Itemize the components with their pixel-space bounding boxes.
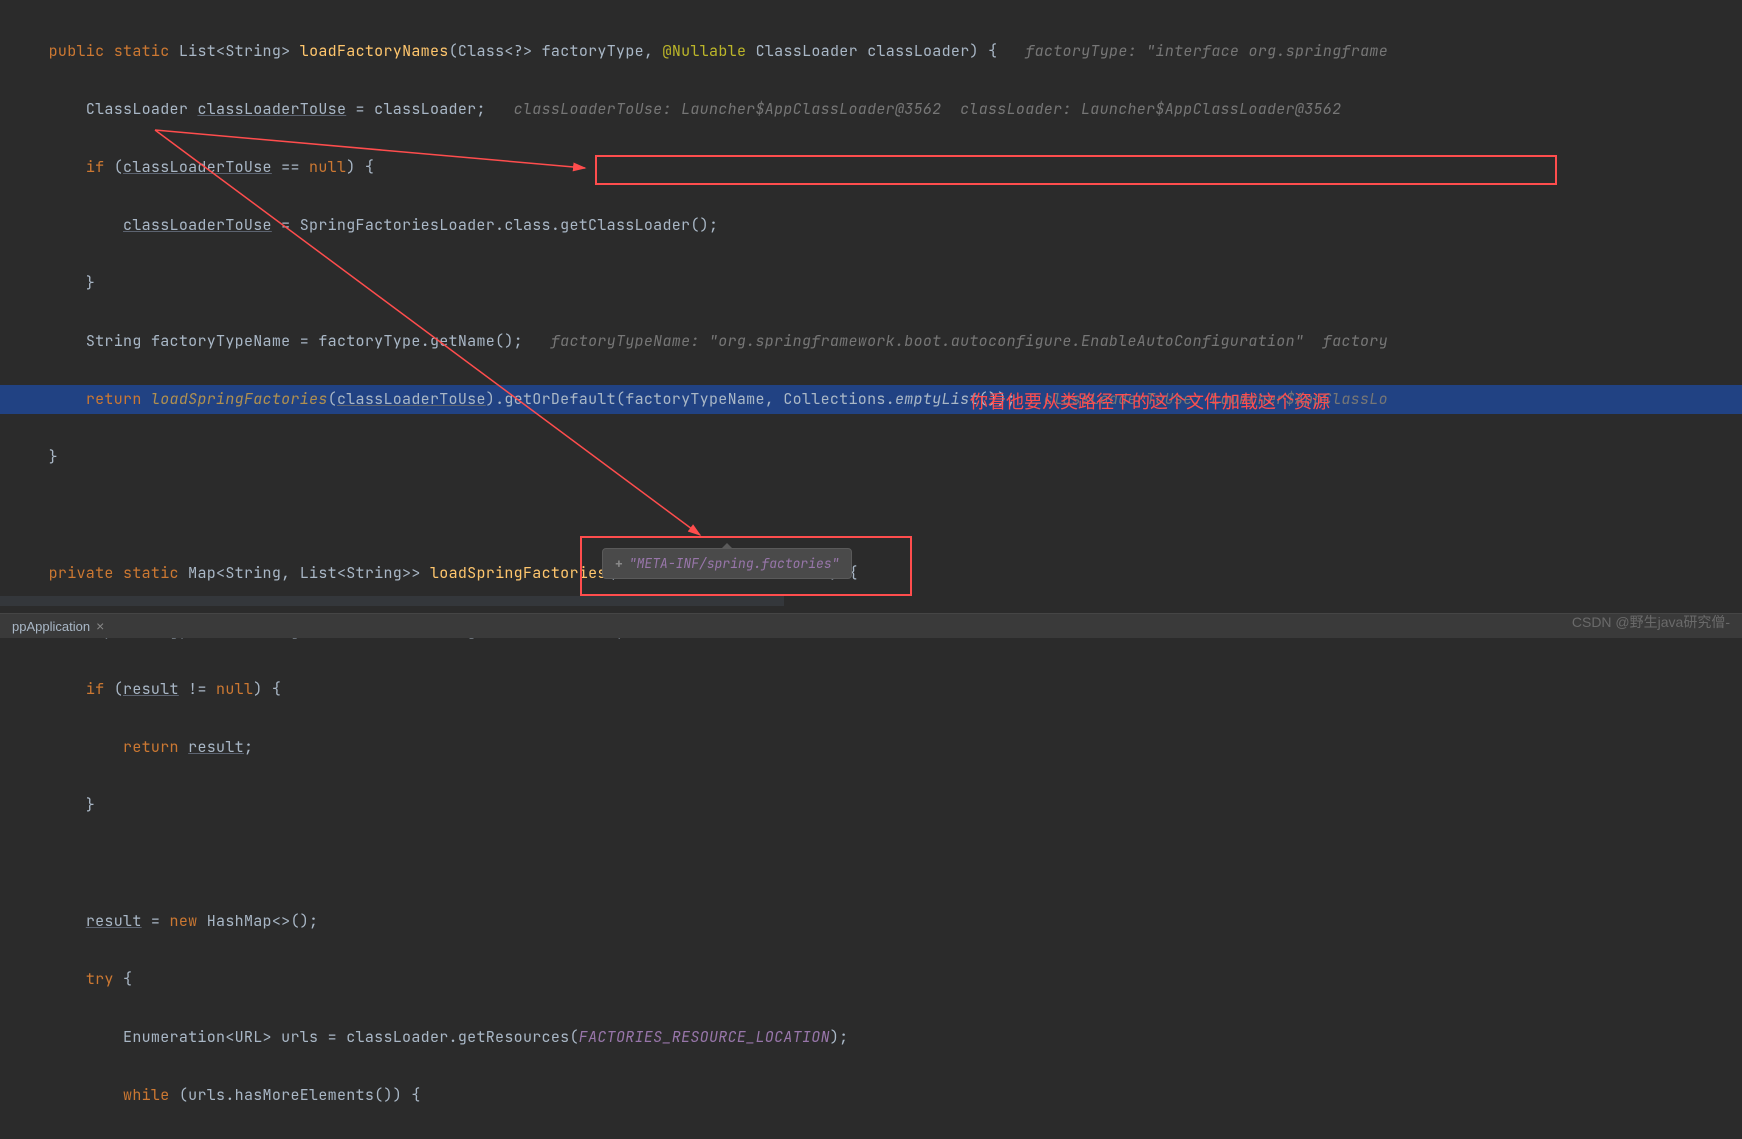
code-line: } (0, 443, 1742, 472)
code-line: return result; (0, 733, 1742, 762)
highlighted-line: return loadSpringFactories(classLoaderTo… (0, 385, 1742, 414)
tab-bar: ppApplication × (0, 613, 1742, 638)
annotation-text: 你看他要从类路径下的这个文件加载这个资源 (970, 388, 1330, 414)
code-line (0, 501, 1742, 530)
code-line: public static List<String> loadFactoryNa… (0, 37, 1742, 66)
constant-value-tooltip[interactable]: + "META-INF/spring.factories" (602, 548, 852, 579)
plus-icon: + (615, 555, 623, 572)
code-line: while (urls.hasMoreElements()) { (0, 1081, 1742, 1110)
code-line: Enumeration<URL> urls = classLoader.getR… (0, 1023, 1742, 1052)
inline-hint: classLoader: Launcher$AppClassLoader@356… (960, 99, 1341, 119)
code-line: result = new HashMap<>(); (0, 907, 1742, 936)
inline-hint: classLoaderToUse: Launcher$AppClassLoade… (514, 99, 942, 119)
code-line (0, 849, 1742, 878)
code-line: if (classLoaderToUse == null) { (0, 153, 1742, 182)
tab-ppapplication[interactable]: ppApplication × (12, 618, 104, 634)
close-icon[interactable]: × (96, 618, 104, 634)
code-editor[interactable]: public static List<String> loadFactoryNa… (0, 0, 1742, 1139)
scrollbar-track[interactable] (0, 596, 1742, 606)
tooltip-text: "META-INF/spring.factories" (629, 555, 840, 572)
code-line: String factoryTypeName = factoryType.get… (0, 327, 1742, 356)
code-line: private static Map<String, List<String>>… (0, 559, 1742, 588)
code-line: ClassLoader classLoaderToUse = classLoad… (0, 95, 1742, 124)
watermark: CSDN @野生java研究僧- (1572, 612, 1730, 632)
code-line: } (0, 269, 1742, 298)
inline-hint: factoryType: "interface org.springframe (1025, 41, 1388, 61)
code-line: } (0, 791, 1742, 820)
code-line: if (result != null) { (0, 675, 1742, 704)
code-line: classLoaderToUse = SpringFactoriesLoader… (0, 211, 1742, 240)
inline-hint: factoryTypeName: "org.springframework.bo… (551, 331, 1304, 351)
tab-label: ppApplication (12, 619, 90, 634)
code-line: try { (0, 965, 1742, 994)
